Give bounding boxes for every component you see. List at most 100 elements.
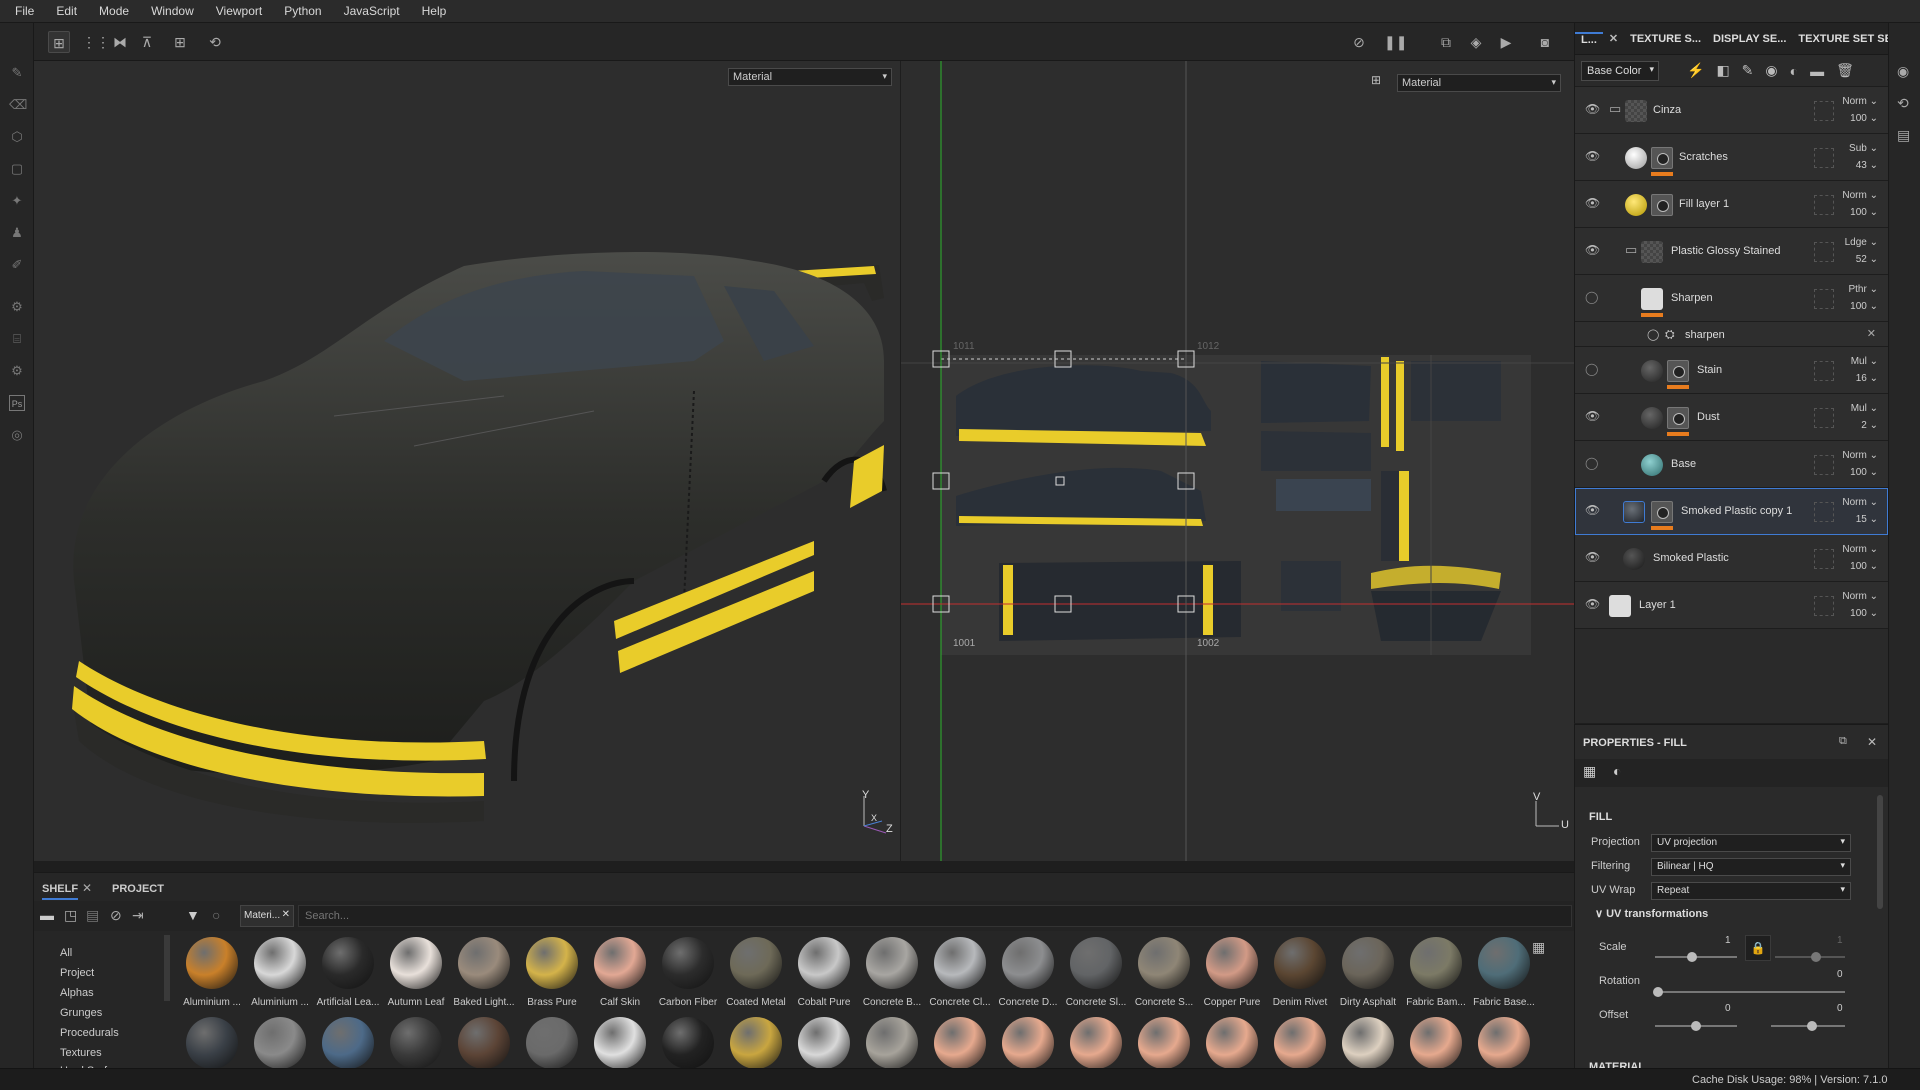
offset-slider-v[interactable] — [1771, 1021, 1845, 1031]
grid-mode-icon[interactable]: ⋮⋮ — [82, 31, 110, 53]
material-item[interactable] — [384, 1017, 448, 1069]
material-item[interactable]: Concrete Cl... — [928, 937, 992, 1008]
uv-transformations-header[interactable]: ∨ UV transformations — [1595, 907, 1708, 920]
menu-edit[interactable]: Edit — [45, 4, 88, 18]
material-item[interactable]: Concrete B... — [860, 937, 924, 1008]
color-picker-icon[interactable]: ✐ — [9, 257, 25, 273]
tab-display-settings[interactable]: DISPLAY SE... — [1707, 33, 1792, 45]
add-smart-material-icon[interactable]: ◐ — [1790, 63, 1798, 79]
viewport-3d[interactable]: Material ▾ Y X Z — [34, 61, 900, 861]
close-icon[interactable]: ✕ — [282, 909, 290, 920]
material-item[interactable] — [860, 1017, 924, 1069]
history-icon[interactable]: ⟲ — [204, 31, 226, 53]
import-icon[interactable]: ⇥ — [132, 907, 144, 924]
tab-shelf[interactable]: SHELF — [42, 883, 79, 900]
lock-icon[interactable]: 🔒 — [1745, 935, 1771, 961]
material-item[interactable]: Autumn Leaf — [384, 937, 448, 1008]
close-icon[interactable]: ✕ — [1867, 735, 1877, 749]
material-item[interactable] — [1132, 1017, 1196, 1069]
channel-select[interactable]: Base Color ▾ — [1581, 60, 1659, 81]
refresh-icon[interactable]: ○ — [212, 907, 220, 923]
layer-row[interactable]: 👁 ▭ Plastic Glossy Stained Ldge ⌄ 52 ⌄ — [1575, 228, 1888, 275]
category-procedurals[interactable]: Procedurals — [60, 1027, 119, 1039]
eye-icon[interactable]: 👁 — [1585, 503, 1601, 517]
filter-chip[interactable]: Materi... ✕ — [240, 905, 294, 927]
new-folder-icon[interactable]: ◳ — [64, 907, 77, 924]
close-icon[interactable]: ✕ — [1867, 327, 1876, 340]
add-paint-layer-icon[interactable]: ✎ — [1742, 62, 1754, 79]
material-item[interactable] — [724, 1017, 788, 1069]
category-all[interactable]: All — [60, 947, 72, 959]
fill-tab-icon[interactable]: ▦ — [1583, 763, 1596, 780]
category-grunges[interactable]: Grunges — [60, 1007, 102, 1019]
material-item[interactable]: Brass Pure — [520, 937, 584, 1008]
material-item[interactable] — [1336, 1017, 1400, 1069]
menu-python[interactable]: Python — [273, 4, 332, 18]
menu-viewport[interactable]: Viewport — [205, 4, 273, 18]
folder-icon[interactable]: ▬ — [40, 907, 54, 923]
eye-icon[interactable]: 👁 — [1585, 196, 1601, 210]
category-project[interactable]: Project — [60, 967, 94, 979]
material-item[interactable] — [1268, 1017, 1332, 1069]
screenshot-icon[interactable]: ◙ — [1534, 31, 1556, 53]
clone-stamp-icon[interactable]: ♟ — [9, 225, 25, 241]
material-item[interactable]: Fabric Bam... — [1404, 937, 1468, 1008]
material-tab-icon[interactable]: ◐ — [1613, 763, 1621, 779]
close-icon[interactable]: ✕ — [1603, 32, 1624, 45]
history-icon[interactable]: ⟲ — [1897, 95, 1909, 112]
layer-row-selected[interactable]: 👁 Smoked Plastic copy 1 Norm ⌄ 15 ⌄ — [1575, 488, 1888, 535]
export-icon[interactable]: ⌸ — [9, 331, 25, 347]
add-frame-icon[interactable]: ⊞ — [169, 31, 191, 53]
material-item[interactable]: Carbon Fiber — [656, 937, 720, 1008]
eye-icon[interactable]: 👁 — [1585, 149, 1601, 163]
rotation-slider[interactable] — [1653, 987, 1845, 997]
material-item[interactable] — [1200, 1017, 1264, 1069]
eye-icon[interactable]: ◯ — [1647, 328, 1659, 341]
material-item[interactable] — [588, 1017, 652, 1069]
categories-scrollbar[interactable] — [164, 935, 170, 1001]
material-item[interactable] — [316, 1017, 380, 1069]
slider-knob[interactable] — [1807, 1021, 1817, 1031]
material-item[interactable] — [928, 1017, 992, 1069]
material-item[interactable]: Denim Rivet — [1268, 937, 1332, 1008]
slider-knob[interactable] — [1691, 1021, 1701, 1031]
layers-panel-icon[interactable]: ◉ — [1897, 63, 1909, 80]
menu-file[interactable]: File — [4, 4, 45, 18]
layer-blend[interactable]: Norm ⌄ 100 ⌄ — [1842, 187, 1878, 221]
menu-mode[interactable]: Mode — [88, 4, 140, 18]
eye-icon[interactable]: 👁 — [1585, 243, 1601, 257]
add-folder-icon[interactable]: ▬ — [1810, 63, 1824, 79]
material-item[interactable] — [1404, 1017, 1468, 1069]
category-textures[interactable]: Textures — [60, 1047, 102, 1059]
paint-brush-icon[interactable]: ✎ — [9, 65, 25, 81]
projection-select[interactable]: UV projection ▾ — [1651, 834, 1851, 852]
layer-row[interactable]: 👁 Fill layer 1 Norm ⌄ 100 ⌄ — [1575, 181, 1888, 228]
material-item[interactable] — [996, 1017, 1060, 1069]
eye-closed-icon[interactable]: ◯ — [1585, 362, 1601, 376]
layer-row[interactable]: 👁 ▭ Cinza Norm ⌄ 100 ⌄ — [1575, 87, 1888, 134]
properties-scrollbar[interactable] — [1877, 795, 1883, 909]
tab-project[interactable]: PROJECT — [112, 883, 164, 895]
material-item[interactable]: Concrete S... — [1132, 937, 1196, 1008]
menu-javascript[interactable]: JavaScript — [333, 4, 411, 18]
material-item[interactable] — [180, 1017, 244, 1069]
material-item[interactable]: Concrete Sl... — [1064, 937, 1128, 1008]
layer-blend[interactable]: Norm ⌄ 100 ⌄ — [1842, 588, 1878, 622]
add-effect-icon[interactable]: ⚡ — [1687, 62, 1704, 79]
add-fill-layer-icon[interactable]: ◉ — [1765, 62, 1777, 79]
layer-blend[interactable]: Pthr ⌄ 100 ⌄ — [1848, 281, 1878, 315]
split-view-icon[interactable]: ⧉ — [1435, 31, 1457, 53]
filtering-select[interactable]: Bilinear | HQ ▾ — [1651, 858, 1851, 876]
material-item[interactable]: Fabric Base... — [1472, 937, 1536, 1008]
pause-icon[interactable]: ❚❚ — [1384, 31, 1407, 53]
material-item[interactable] — [1064, 1017, 1128, 1069]
eye-closed-icon[interactable]: ◯ — [1585, 290, 1601, 304]
archive-icon[interactable]: ▤ — [86, 907, 99, 924]
close-icon[interactable]: ✕ — [82, 881, 92, 895]
material-item[interactable]: Coated Metal — [724, 937, 788, 1008]
selection-mode-icon[interactable]: ⊞ — [48, 31, 70, 53]
menu-window[interactable]: Window — [140, 4, 205, 18]
plugin-icon[interactable]: ◎ — [9, 427, 25, 443]
layer-row[interactable]: 👁 Scratches Sub ⌄ 43 ⌄ — [1575, 134, 1888, 181]
mirror-y-icon[interactable]: ⊼ — [136, 31, 158, 53]
